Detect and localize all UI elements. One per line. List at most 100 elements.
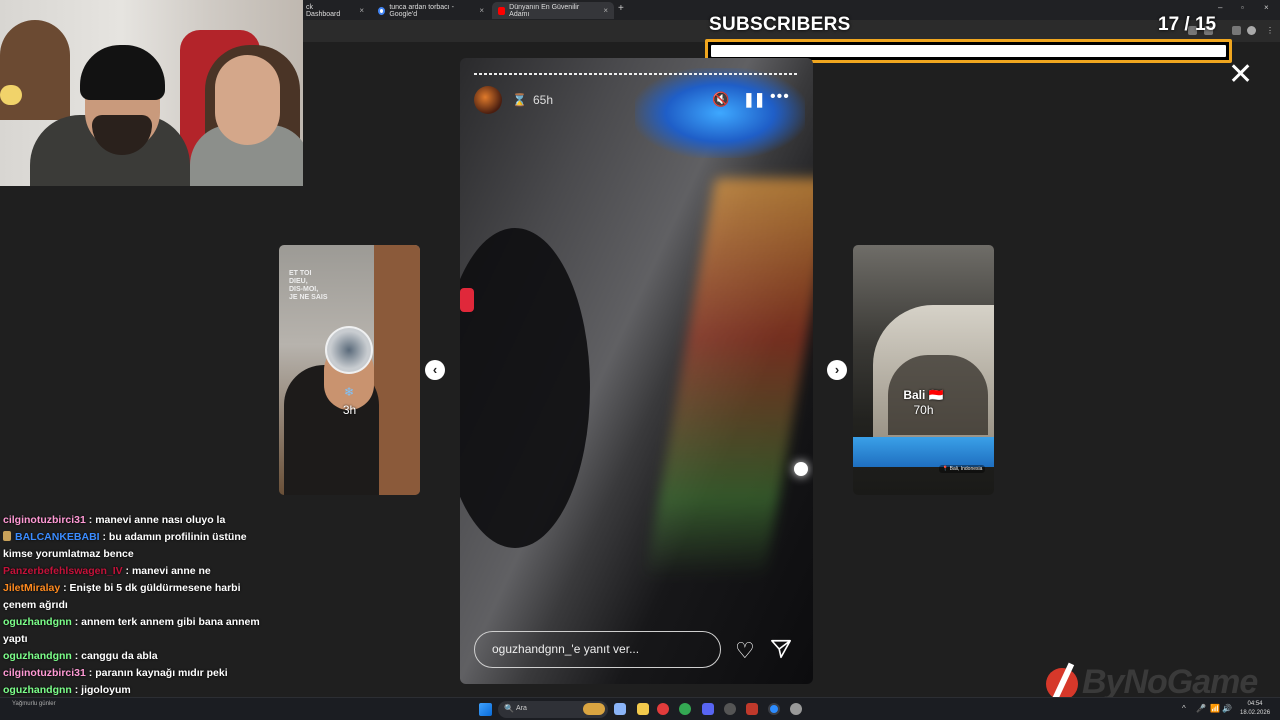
preview-pool: [853, 437, 994, 467]
tab-google-search[interactable]: tunca ardan torbacı - Google'd ×: [372, 2, 490, 19]
wifi-icon[interactable]: 📶: [1210, 704, 1220, 713]
window-close-button[interactable]: ×: [1264, 3, 1269, 12]
hourglass-icon: ⌛: [512, 93, 527, 107]
tab-close-icon[interactable]: ×: [603, 6, 608, 15]
next-story-chevron-icon[interactable]: ›: [827, 360, 847, 380]
volume-icon[interactable]: 🔊: [1222, 704, 1232, 713]
story-time-ago: 65h: [533, 93, 554, 107]
windows-taskbar: 🔍 Ara ^ 🎤 📶 🔊 🔋 04:54 18.02.2026: [0, 697, 1280, 720]
profile-avatar-icon[interactable]: [1247, 26, 1256, 35]
tab-dashboard[interactable]: ck Dashboard ×: [300, 2, 370, 19]
preview-time: 70h: [913, 403, 934, 417]
discord-icon[interactable]: [702, 703, 714, 715]
stream-chat: cilginotuzbirci31 : manevi anne nası olu…: [3, 512, 273, 699]
red-light: [460, 288, 474, 312]
chat-username[interactable]: JiletMiralay: [3, 582, 60, 594]
weather-widget-icon[interactable]: [583, 703, 605, 715]
tab-youtube[interactable]: Dünyanın En Güvenilir Adamı ×: [492, 2, 614, 19]
chat-username[interactable]: cilginotuzbirci31: [3, 667, 86, 679]
app-icon[interactable]: [724, 703, 736, 715]
preview-overlay-text: ET TOI DIEU, DIS-MOI, JE NE SAIS: [289, 270, 328, 302]
chat-username[interactable]: BALCANKEBABI: [15, 531, 100, 543]
start-button-icon[interactable]: [479, 703, 492, 716]
reply-input[interactable]: oguzhandgnn_'e yanıt ver...: [474, 631, 721, 668]
pause-icon[interactable]: ❚❚: [743, 91, 765, 108]
chat-message: cilginotuzbirci31 : paranın kaynağı mıdı…: [3, 665, 273, 682]
chat-message: oguzhandgnn : canggu da abla: [3, 648, 273, 665]
toy-duck: [0, 85, 22, 105]
settings-gear-icon[interactable]: [790, 703, 802, 715]
clock-time: 04:54: [1247, 701, 1263, 707]
search-icon: 🔍: [504, 704, 514, 713]
chat-username[interactable]: oguzhandgnn: [3, 616, 72, 628]
download-icon[interactable]: [1232, 26, 1241, 35]
new-tab-button[interactable]: +: [618, 3, 624, 14]
preview-avatar: [325, 326, 373, 374]
tab-close-icon[interactable]: ×: [479, 6, 484, 15]
minimize-button[interactable]: –: [1218, 3, 1222, 12]
chat-badge-icon: [3, 531, 11, 541]
menu-icon[interactable]: ⋮: [1266, 26, 1275, 35]
chat-message: BALCANKEBABI : bu adamın profilinin üstü…: [3, 529, 273, 563]
preview-name: Bali 🇮🇩: [903, 388, 944, 402]
story-preview-left[interactable]: ET TOI DIEU, DIS-MOI, JE NE SAIS ❄ 3h: [279, 245, 420, 495]
chat-message: cilginotuzbirci31 : manevi anne nası olu…: [3, 512, 273, 529]
preview-time: 3h: [342, 403, 357, 417]
chat-text: : manevi anne nası oluyo la: [85, 514, 226, 526]
tab-close-icon[interactable]: ×: [359, 6, 364, 15]
neon-light: [635, 68, 805, 158]
preview-location-tag: 📍 Bali, Indonesia: [939, 465, 986, 473]
chat-username[interactable]: oguzhandgnn: [3, 684, 72, 696]
subscribers-progress-fill: [711, 45, 1226, 57]
search-placeholder: Ara: [516, 705, 527, 712]
prev-story-chevron-icon[interactable]: ‹: [425, 360, 445, 380]
file-explorer-icon[interactable]: [637, 703, 649, 715]
guest-face: [215, 55, 280, 145]
google-icon: [378, 6, 386, 15]
microphone-icon[interactable]: 🎤: [1196, 704, 1206, 713]
tab-title: Dünyanın En Güvenilir Adamı: [509, 3, 580, 18]
story-user-avatar[interactable]: [474, 86, 502, 114]
tab-title: ck Dashboard: [306, 3, 341, 18]
story-viewer[interactable]: ⌛ 65h 🔇 ❚❚ ••• oguzhandgnn_'e yanıt ver.…: [460, 58, 813, 684]
calendar-icon[interactable]: [746, 703, 758, 715]
dark-foreground: [460, 228, 590, 548]
chat-message: Panzerbefehlswagen_IV : manevi anne ne: [3, 563, 273, 580]
preview-overlay-line: ET TOI: [289, 270, 312, 277]
like-heart-icon[interactable]: ♡: [735, 638, 755, 664]
clock-date: 18.02.2026: [1240, 710, 1271, 716]
task-view-icon[interactable]: [614, 703, 626, 715]
taskbar-small-label: Yağmurlu günler: [12, 701, 56, 707]
chat-username[interactable]: Panzerbefehlswagen_IV: [3, 565, 123, 577]
streamer-beanie: [80, 45, 165, 100]
chat-username[interactable]: cilginotuzbirci31: [3, 514, 86, 526]
chrome-icon[interactable]: [679, 703, 691, 715]
tab-title: tunca ardan torbacı - Google'd: [389, 3, 454, 18]
chat-text: : manevi anne ne: [122, 565, 211, 577]
chat-message: oguzhandgnn : annem terk annem gibi bana…: [3, 614, 273, 648]
youtube-icon: [498, 6, 506, 15]
chat-username[interactable]: oguzhandgnn: [3, 650, 72, 662]
mute-icon[interactable]: 🔇: [712, 91, 729, 108]
more-options-icon[interactable]: •••: [770, 88, 790, 106]
close-story-button[interactable]: ✕: [1228, 60, 1253, 90]
chat-text: : canggu da abla: [71, 650, 158, 662]
preview-overlay-line: DIS-MOI,: [289, 286, 319, 293]
chat-message: JiletMiralay : Enişte bi 5 dk güldürmese…: [3, 580, 273, 614]
taskbar-clock[interactable]: 04:54 18.02.2026: [1240, 700, 1270, 718]
story-preview-right[interactable]: Bali 🇮🇩 70h 📍 Bali, Indonesia: [853, 245, 994, 495]
maximize-button[interactable]: ▫: [1241, 3, 1244, 12]
white-light: [794, 462, 808, 476]
tray-overflow-icon[interactable]: ^: [1182, 704, 1186, 713]
webcam-feed: [0, 0, 303, 186]
story-progress-segments: [474, 73, 799, 75]
preview-wall: [374, 245, 420, 495]
send-icon[interactable]: [770, 638, 792, 660]
opera-icon[interactable]: [657, 703, 669, 715]
chat-text: : jigoloyum: [71, 684, 131, 696]
snowflake-icon: ❄: [344, 385, 355, 399]
street-lights: [644, 178, 813, 578]
chat-text: : paranın kaynağı mıdır peki: [85, 667, 228, 679]
subscribers-label: SUBSCRIBERS: [709, 14, 851, 35]
chrome-active-icon[interactable]: [768, 703, 780, 715]
